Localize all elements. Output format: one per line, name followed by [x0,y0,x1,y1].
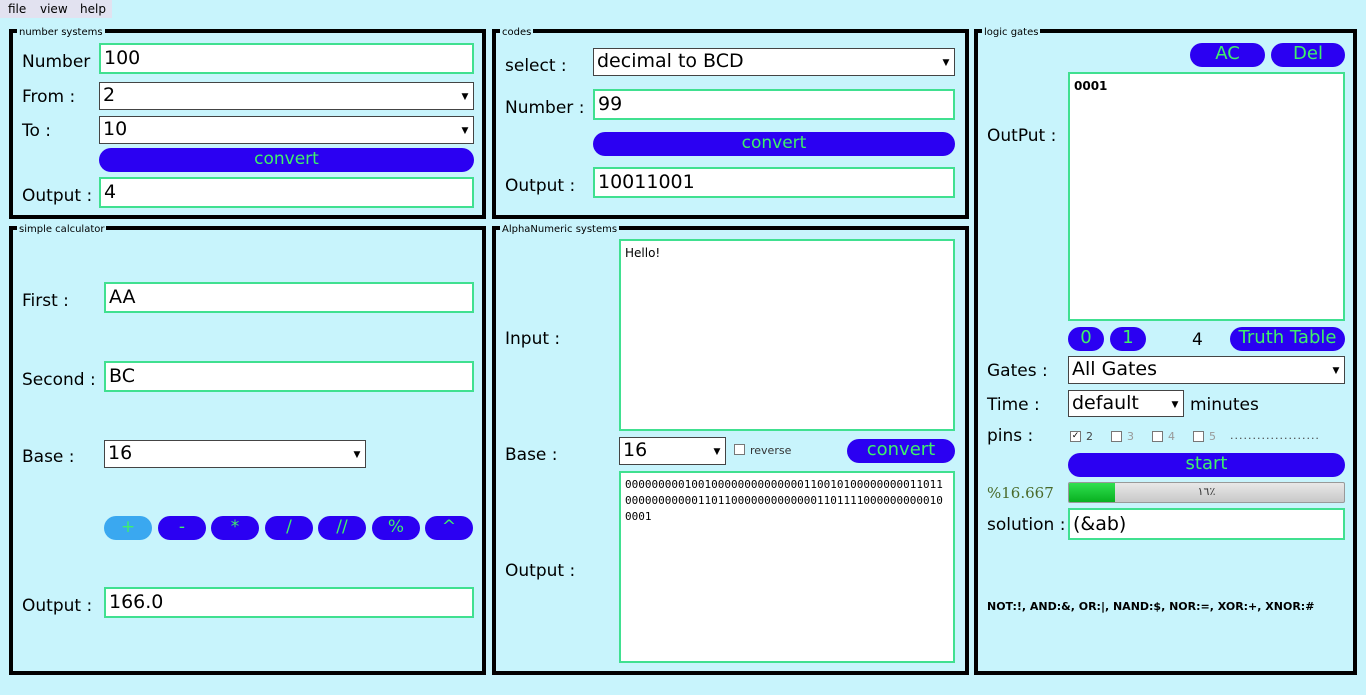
chevron-down-icon: ▼ [461,92,469,102]
number-label: Number [22,52,91,72]
alpha-output-label: Output : [505,561,576,581]
from-select-value: 2 [103,84,116,106]
operator-legend: NOT:!, AND:&, OR:|, NAND:$, NOR:=, XOR:+… [987,600,1315,613]
truth-table-button[interactable]: Truth Table [1230,327,1345,351]
first-label: First : [22,291,69,311]
alphanumeric-panel: AlphaNumeric systems Input : Hello! Base… [492,224,969,675]
alpha-base-select[interactable]: 16 ▼ [619,437,726,465]
calc-output-label: Output : [22,596,93,616]
gates-select[interactable]: All Gates ▼ [1068,356,1345,384]
calculator-panel: simple calculator First : AA Second : BC… [9,224,486,675]
calc-base-value: 16 [108,442,133,464]
pin-3-checkbox[interactable] [1111,431,1122,442]
calc-base-select[interactable]: 16 ▼ [104,440,366,468]
codes-title: codes [500,27,534,39]
to-select-value: 10 [103,118,128,140]
alpha-input-label: Input : [505,329,561,349]
calculator-title: simple calculator [17,224,107,236]
number-input[interactable]: 100 [99,43,474,74]
second-input[interactable]: BC [104,361,474,392]
solution-label: solution : [987,515,1066,535]
multiply-button[interactable]: * [211,516,259,540]
gates-select-value: All Gates [1072,358,1157,380]
gates-label: Gates : [987,361,1048,381]
gates-output-label: OutPut : [987,126,1057,146]
clear-all-button[interactable]: AC [1190,43,1265,67]
chevron-down-icon: ▼ [461,126,469,136]
reverse-label: reverse [750,444,792,457]
time-select[interactable]: default ▼ [1068,390,1184,417]
number-convert-button[interactable]: convert [99,148,474,172]
code-type-select[interactable]: decimal to BCD ▼ [593,48,955,76]
chevron-down-icon: ▼ [1332,366,1340,376]
menu-bar: file view help [0,0,112,18]
pin-3-label: 3 [1127,430,1134,443]
menu-help[interactable]: help [80,2,106,16]
reverse-checkbox[interactable] [734,444,745,455]
first-input[interactable]: AA [104,282,474,313]
chevron-down-icon: ▼ [1171,400,1179,410]
subtract-button[interactable]: - [158,516,206,540]
number-output[interactable]: 4 [99,177,474,208]
chevron-down-icon: ▼ [353,450,361,460]
pins-label: pins : [987,426,1034,446]
pin-2-label: 2 [1086,430,1093,443]
progress-percent-text: %16.667 [987,484,1054,502]
pin-4-checkbox[interactable] [1152,431,1163,442]
to-label: To : [22,121,52,141]
power-button[interactable]: ^ [425,516,473,540]
alpha-input-area[interactable]: Hello! [619,239,955,431]
from-label: From : [22,87,76,107]
select-label: select : [505,56,567,76]
modulo-button[interactable]: % [372,516,420,540]
menu-file[interactable]: file [8,2,26,16]
alpha-base-label: Base : [505,445,558,465]
gates-output-area[interactable]: 0001 [1068,72,1345,321]
calc-base-label: Base : [22,447,75,467]
alpha-output-area[interactable]: 0000000001001000000000000001100101000000… [619,471,955,663]
number-systems-title: number systems [17,27,105,39]
pin-5-label: 5 [1209,430,1216,443]
from-select[interactable]: 2 ▼ [99,82,474,110]
chevron-down-icon: ▼ [942,58,950,68]
progress-bar: ١٦٪ [1068,482,1345,503]
one-button[interactable]: 1 [1110,327,1146,351]
pin-2-checkbox[interactable]: ✓ [1070,431,1081,442]
input-count: 4 [1192,330,1203,350]
alpha-convert-button[interactable]: convert [847,439,955,463]
output-label: Output : [22,186,93,206]
alpha-base-value: 16 [623,439,648,461]
time-select-value: default [1072,392,1139,414]
second-label: Second : [22,370,96,390]
codes-number-input[interactable]: 99 [593,89,955,120]
zero-button[interactable]: 0 [1068,327,1104,351]
codes-number-label: Number : [505,98,585,118]
number-systems-panel: number systems Number 100 From : 2 ▼ To … [9,27,486,219]
codes-output-label: Output : [505,176,576,196]
codes-panel: codes select : decimal to BCD ▼ Number :… [492,27,969,219]
pins-dots: .................... [1230,429,1320,442]
calc-output[interactable]: 166.0 [104,587,474,618]
time-label: Time : [987,395,1040,415]
codes-output[interactable]: 10011001 [593,167,955,198]
logic-gates-panel: logic gates AC Del OutPut : 0001 0 1 4 T… [974,27,1357,675]
codes-convert-button[interactable]: convert [593,132,955,156]
divide-button[interactable]: / [265,516,313,540]
pin-5-checkbox[interactable] [1193,431,1204,442]
code-type-value: decimal to BCD [597,50,744,72]
pin-4-label: 4 [1168,430,1175,443]
progress-bar-text: ١٦٪ [1197,485,1216,498]
alphanumeric-title: AlphaNumeric systems [500,224,620,236]
delete-button[interactable]: Del [1271,43,1345,67]
logic-gates-title: logic gates [982,27,1041,39]
floor-divide-button[interactable]: // [318,516,366,540]
chevron-down-icon: ▼ [713,447,721,457]
add-button[interactable]: + [104,516,152,540]
to-select[interactable]: 10 ▼ [99,116,474,144]
start-button[interactable]: start [1068,453,1345,477]
solution-output[interactable]: (&ab) [1068,508,1345,540]
menu-view[interactable]: view [40,2,68,16]
minutes-label: minutes [1190,395,1259,415]
